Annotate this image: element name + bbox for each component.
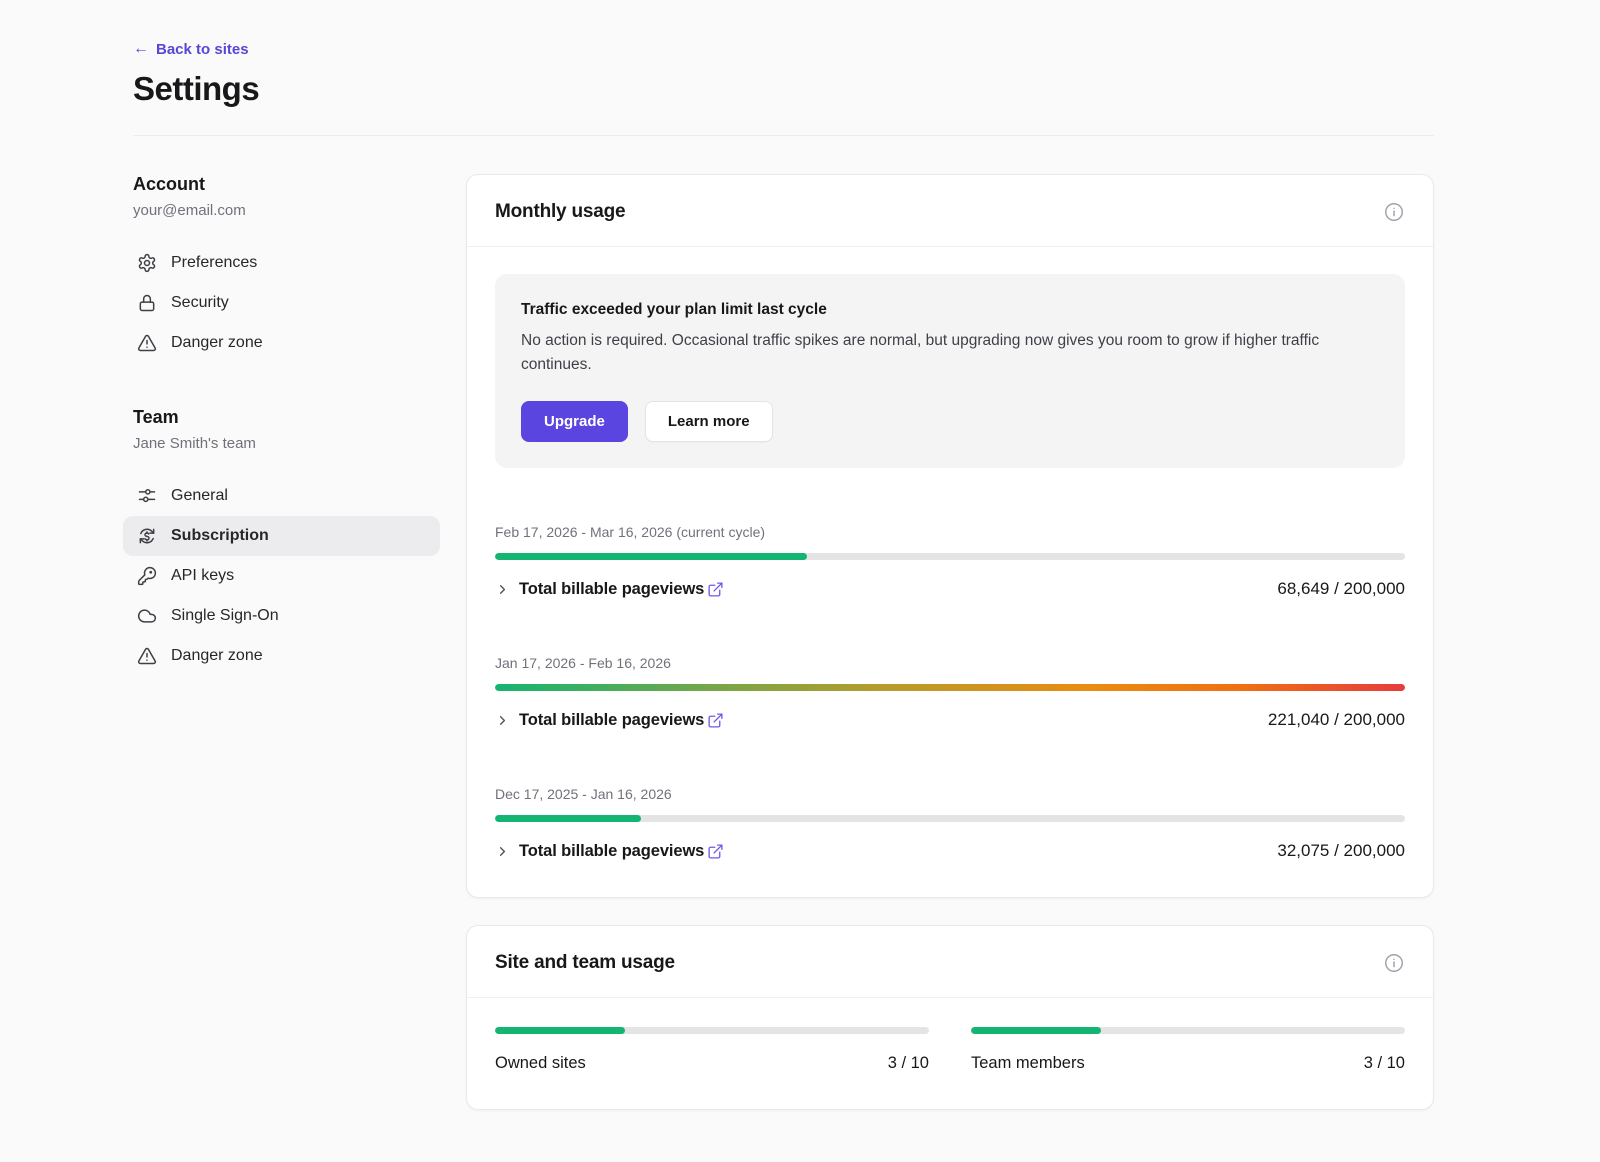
sidebar-item-subscription[interactable]: Subscription <box>123 516 440 556</box>
settings-sidebar: Account your@email.com Preferences Secur… <box>133 174 440 676</box>
team-heading: Team <box>133 407 440 428</box>
back-to-sites-link[interactable]: ← Back to sites <box>133 41 249 58</box>
usage-label: Total billable pageviews <box>519 580 704 599</box>
usage-value: 68,649 / 200,000 <box>1277 579 1405 599</box>
info-icon[interactable] <box>1383 201 1405 223</box>
usage-label: Total billable pageviews <box>519 842 704 861</box>
chevron-right-icon <box>495 582 510 597</box>
sidebar-item-label: API keys <box>171 567 234 585</box>
pageviews-disclosure[interactable]: Total billable pageviews <box>495 711 704 730</box>
metric-label: Team members <box>971 1054 1085 1073</box>
alert-title: Traffic exceeded your plan limit last cy… <box>521 301 1379 319</box>
learn-more-button[interactable]: Learn more <box>645 401 773 442</box>
lock-icon <box>137 293 157 313</box>
team-name: Jane Smith's team <box>133 435 440 452</box>
page-title: Settings <box>133 70 1434 108</box>
key-icon <box>137 566 157 586</box>
sidebar-item-general[interactable]: General <box>123 476 440 516</box>
dollar-refresh-icon <box>137 526 157 546</box>
metric-value: 3 / 10 <box>1364 1054 1405 1073</box>
sidebar-item-security[interactable]: Security <box>123 283 440 323</box>
header-divider <box>133 135 1434 136</box>
metric-value: 3 / 10 <box>888 1054 929 1073</box>
external-link-icon[interactable] <box>707 712 724 729</box>
site-team-usage-card: Site and team usage Owned sites <box>466 925 1434 1110</box>
usage-progress-fill <box>495 553 807 560</box>
sidebar-item-danger-zone-team[interactable]: Danger zone <box>123 636 440 676</box>
usage-progress-bar <box>495 684 1405 691</box>
usage-cycle-current: Feb 17, 2026 - Mar 16, 2026 (current cyc… <box>495 524 1405 599</box>
team-members-metric: Team members 3 / 10 <box>971 1027 1405 1073</box>
sidebar-section-account: Account your@email.com Preferences Secur… <box>133 174 440 363</box>
sidebar-item-label: Preferences <box>171 254 257 272</box>
pageviews-disclosure[interactable]: Total billable pageviews <box>495 580 704 599</box>
usage-label: Total billable pageviews <box>519 711 704 730</box>
warning-triangle-icon <box>137 646 157 666</box>
usage-value: 221,040 / 200,000 <box>1268 710 1405 730</box>
sidebar-item-label: Subscription <box>171 527 269 545</box>
info-icon[interactable] <box>1383 952 1405 974</box>
monthly-usage-title: Monthly usage <box>495 201 625 223</box>
team-nav: General Subscription API keys <box>123 476 440 676</box>
usage-cycle-previous: Jan 17, 2026 - Feb 16, 2026 Total billab… <box>495 655 1405 730</box>
cloud-icon <box>137 606 157 626</box>
traffic-exceeded-alert: Traffic exceeded your plan limit last cy… <box>495 274 1405 468</box>
cycle-period: Dec 17, 2025 - Jan 16, 2026 <box>495 786 1405 802</box>
sidebar-section-team: Team Jane Smith's team General Subscript… <box>133 407 440 676</box>
settings-main: Monthly usage Traffic exceeded your plan… <box>466 174 1434 1142</box>
owned-sites-metric: Owned sites 3 / 10 <box>495 1027 929 1073</box>
sidebar-item-label: Security <box>171 294 229 312</box>
owned-sites-progress-bar <box>495 1027 929 1034</box>
team-members-progress-fill <box>971 1027 1101 1034</box>
sidebar-item-label: Single Sign-On <box>171 607 279 625</box>
external-link-icon[interactable] <box>707 843 724 860</box>
sidebar-item-preferences[interactable]: Preferences <box>123 243 440 283</box>
account-heading: Account <box>133 174 440 195</box>
settings-page: ← Back to sites Settings Account your@em… <box>0 0 1600 1142</box>
arrow-left-icon: ← <box>133 41 149 57</box>
team-members-progress-bar <box>971 1027 1405 1034</box>
site-team-usage-title: Site and team usage <box>495 952 675 974</box>
metric-label: Owned sites <box>495 1054 586 1073</box>
upgrade-button[interactable]: Upgrade <box>521 401 628 442</box>
chevron-right-icon <box>495 713 510 728</box>
sidebar-item-label: Danger zone <box>171 334 263 352</box>
sidebar-item-api-keys[interactable]: API keys <box>123 556 440 596</box>
sidebar-item-single-sign-on[interactable]: Single Sign-On <box>123 596 440 636</box>
usage-cycle-older: Dec 17, 2025 - Jan 16, 2026 Total billab… <box>495 786 1405 861</box>
gear-icon <box>137 253 157 273</box>
account-email: your@email.com <box>133 202 440 219</box>
cycle-period: Feb 17, 2026 - Mar 16, 2026 (current cyc… <box>495 524 1405 540</box>
usage-value: 32,075 / 200,000 <box>1277 841 1405 861</box>
pageviews-disclosure[interactable]: Total billable pageviews <box>495 842 704 861</box>
back-link-label: Back to sites <box>156 41 249 58</box>
sidebar-item-danger-zone-account[interactable]: Danger zone <box>123 323 440 363</box>
alert-body: No action is required. Occasional traffi… <box>521 329 1379 377</box>
cycle-period: Jan 17, 2026 - Feb 16, 2026 <box>495 655 1405 671</box>
usage-progress-fill-overlimit <box>495 684 1405 691</box>
sidebar-item-label: Danger zone <box>171 647 263 665</box>
warning-triangle-icon <box>137 333 157 353</box>
sliders-icon <box>137 486 157 506</box>
sidebar-item-label: General <box>171 487 228 505</box>
owned-sites-progress-fill <box>495 1027 625 1034</box>
chevron-right-icon <box>495 844 510 859</box>
account-nav: Preferences Security Danger zone <box>123 243 440 363</box>
usage-progress-bar <box>495 553 1405 560</box>
usage-progress-fill <box>495 815 641 822</box>
usage-progress-bar <box>495 815 1405 822</box>
external-link-icon[interactable] <box>707 581 724 598</box>
monthly-usage-card: Monthly usage Traffic exceeded your plan… <box>466 174 1434 898</box>
